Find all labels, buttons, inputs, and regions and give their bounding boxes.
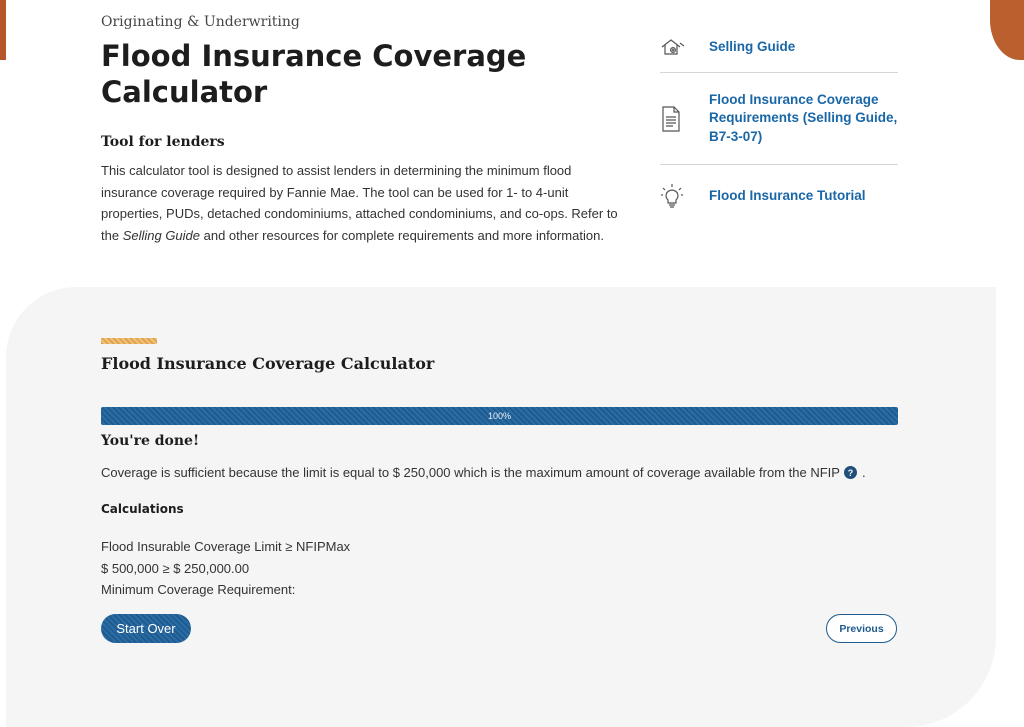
decorative-corner-right bbox=[990, 0, 1024, 60]
calculator-title: Flood Insurance Coverage Calculator bbox=[101, 354, 435, 373]
intro-text-end: and other resources for complete require… bbox=[200, 227, 604, 243]
house-icon bbox=[660, 37, 709, 57]
flood-coverage-requirements-link[interactable]: Flood Insurance Coverage Requirements (S… bbox=[660, 73, 898, 165]
accent-bar bbox=[101, 338, 157, 344]
lightbulb-icon bbox=[660, 183, 709, 209]
calc-line: Flood Insurable Coverage Limit ≥ NFIPMax bbox=[101, 539, 351, 554]
selling-guide-emphasis: Selling Guide bbox=[122, 227, 201, 243]
calculations-heading: Calculations bbox=[101, 502, 184, 516]
progress-bar: 100% bbox=[101, 407, 898, 425]
intro-paragraph: This calculator tool is designed to assi… bbox=[101, 160, 631, 246]
selling-guide-link[interactable]: Selling Guide bbox=[660, 22, 898, 73]
flood-insurance-tutorial-link[interactable]: Flood Insurance Tutorial bbox=[660, 165, 898, 227]
section-subtitle: Tool for lenders bbox=[101, 134, 225, 150]
document-icon bbox=[660, 105, 709, 132]
help-icon[interactable]: ? bbox=[843, 466, 857, 479]
start-over-button[interactable]: Start Over bbox=[101, 614, 191, 643]
previous-button[interactable]: Previous bbox=[826, 614, 897, 643]
calculation-lines: Flood Insurable Coverage Limit ≥ NFIPMax… bbox=[101, 536, 350, 601]
coverage-result: Coverage is sufficient because the limit… bbox=[101, 465, 866, 480]
progress-label: 100% bbox=[487, 411, 512, 421]
breadcrumb: Originating & Underwriting bbox=[101, 14, 300, 30]
selling-guide-label: Selling Guide bbox=[709, 38, 796, 54]
decorative-corner-left bbox=[0, 0, 6, 60]
done-heading: You're done! bbox=[101, 433, 200, 449]
coverage-text: Coverage is sufficient because the limit… bbox=[101, 465, 840, 480]
coverage-period: . bbox=[861, 465, 866, 480]
calc-line: Minimum Coverage Requirement: bbox=[101, 582, 296, 597]
page-title: Flood Insurance Coverage Calculator bbox=[101, 39, 527, 109]
resource-links: Selling Guide Flood Insurance Coverage R… bbox=[660, 22, 898, 227]
calc-line: $ 500,000 ≥ $ 250,000.00 bbox=[101, 560, 250, 576]
flood-coverage-requirements-label: Flood Insurance Coverage Requirements (S… bbox=[709, 91, 898, 144]
progress-fill: 100% bbox=[101, 407, 898, 425]
flood-insurance-tutorial-label: Flood Insurance Tutorial bbox=[709, 187, 866, 203]
